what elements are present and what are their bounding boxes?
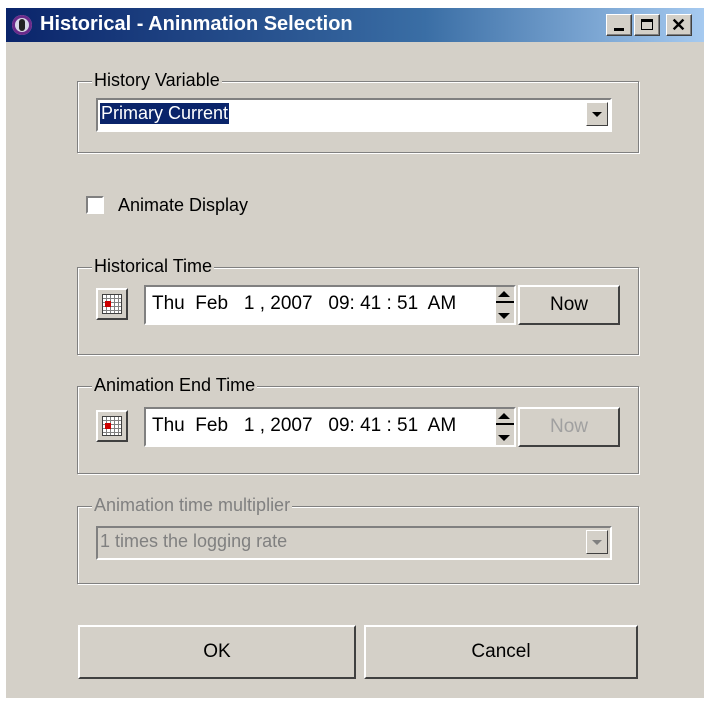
calendar-icon — [102, 294, 122, 314]
cancel-button[interactable]: Cancel — [364, 625, 638, 679]
app-icon[interactable] — [12, 15, 32, 35]
minimize-icon — [614, 28, 624, 31]
historical-time-value: Thu Feb 1 , 2007 09: 41 : 51 AM — [152, 293, 457, 314]
calendar-icon — [102, 416, 122, 436]
maximize-icon — [641, 19, 653, 30]
multiplier-legend: Animation time multiplier — [92, 495, 293, 516]
multiplier-value: 1 times the logging rate — [100, 531, 288, 551]
ok-button[interactable]: OK — [78, 625, 356, 679]
ok-label: OK — [203, 641, 231, 662]
animate-display-label: Animate Display — [118, 195, 249, 215]
historical-time-legend: Historical Time — [92, 256, 215, 277]
cancel-label: Cancel — [471, 641, 531, 662]
window-title: Historical - Aninmation Selection — [40, 13, 353, 35]
multiplier-select[interactable]: 1 times the logging rate — [96, 526, 612, 560]
end-now-label: Now — [549, 416, 588, 437]
minimize-button[interactable] — [606, 14, 632, 36]
title-bar[interactable]: Historical - Aninmation Selection ✕ — [6, 8, 704, 42]
close-icon: ✕ — [671, 15, 687, 35]
historical-time-spinner[interactable] — [496, 287, 514, 323]
chevron-down-icon[interactable] — [586, 102, 608, 126]
end-calendar-button[interactable] — [96, 410, 128, 442]
animation-end-time-value: Thu Feb 1 , 2007 09: 41 : 51 AM — [152, 415, 457, 436]
animate-display-checkbox[interactable] — [86, 196, 104, 214]
historical-calendar-button[interactable] — [96, 288, 128, 320]
animation-end-time-field[interactable]: Thu Feb 1 , 2007 09: 41 : 51 AM — [144, 407, 516, 447]
end-now-button[interactable]: Now — [518, 407, 620, 447]
historical-time-field[interactable]: Thu Feb 1 , 2007 09: 41 : 51 AM — [144, 285, 516, 325]
maximize-button[interactable] — [634, 14, 660, 36]
history-variable-value: Primary Current — [100, 103, 230, 124]
historical-now-label: Now — [549, 294, 588, 315]
history-variable-legend: History Variable — [92, 70, 222, 91]
close-button[interactable]: ✕ — [666, 14, 692, 36]
history-variable-select[interactable]: Primary Current — [96, 98, 612, 132]
animation-end-time-spinner[interactable] — [496, 409, 514, 445]
chevron-down-icon[interactable] — [586, 530, 608, 554]
animation-end-time-legend: Animation End Time — [92, 375, 258, 396]
historical-now-button[interactable]: Now — [518, 285, 620, 325]
